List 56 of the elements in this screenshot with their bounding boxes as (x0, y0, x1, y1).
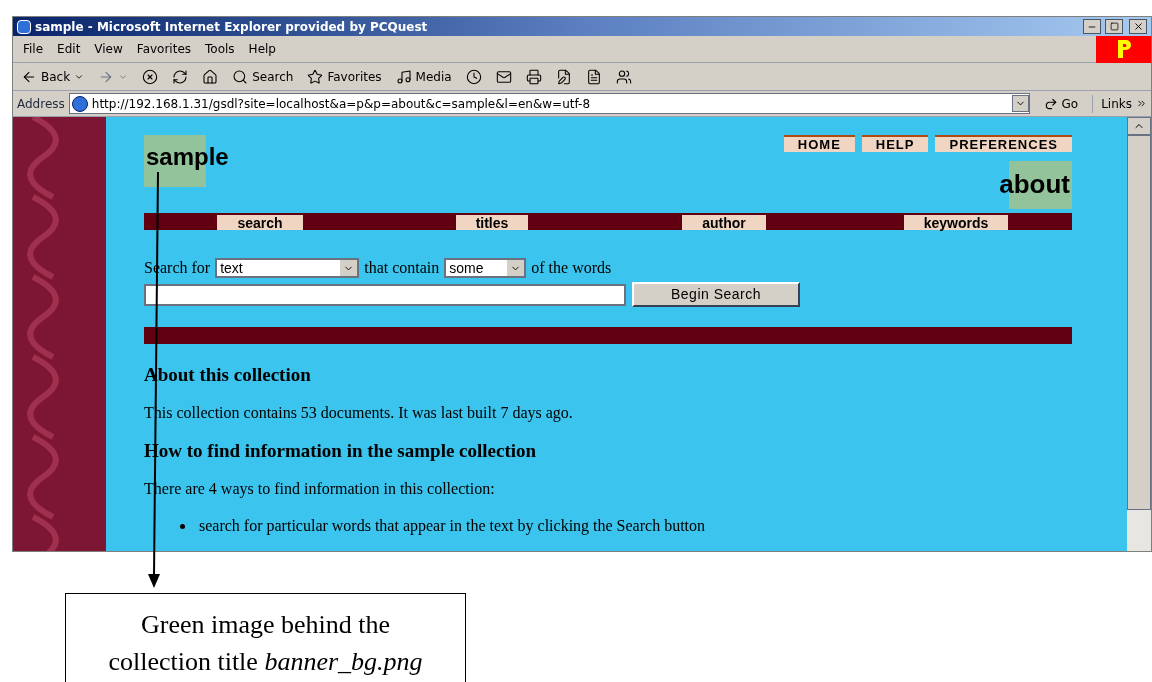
printer-icon (525, 68, 542, 85)
window-title: sample - Microsoft Internet Explorer provided by PCQuest (35, 18, 428, 36)
top-link-button[interactable]: HELP (861, 135, 929, 152)
mail-icon (495, 68, 512, 85)
callout-text: Green image behind the (140, 609, 391, 641)
stop-icon (142, 68, 159, 85)
callout-text: collection title banner_bg.png (108, 646, 423, 678)
mode-select[interactable]: some (444, 258, 527, 278)
toolbar-button[interactable]: Back (17, 65, 89, 88)
menu-item[interactable]: Tools (201, 40, 239, 58)
page-icon (71, 95, 88, 112)
top-link-button[interactable]: HOME (783, 135, 855, 152)
nav-button[interactable]: titles (455, 215, 529, 230)
search-input[interactable] (144, 283, 626, 306)
go-button[interactable]: Go (1033, 94, 1089, 113)
menu-item[interactable]: Edit (53, 40, 85, 58)
begin-search-button[interactable]: Begin Search (632, 282, 800, 307)
home-icon (202, 68, 219, 85)
toolbar-button[interactable]: Favorites (303, 65, 386, 88)
nav-button[interactable]: search (217, 215, 303, 230)
search-icon (232, 68, 249, 85)
toolbar-button[interactable]: Media (391, 65, 456, 88)
close-button[interactable] (1129, 19, 1147, 34)
edit-icon (555, 68, 572, 85)
menu-item[interactable]: Favorites (132, 40, 196, 58)
toolbar-button[interactable]: Search (228, 65, 298, 88)
address-field[interactable]: http://192.168.1.31/gsdl?site=localhost&a=p&p=about&c=sample&l=en&w=utf-8 (68, 93, 1030, 114)
menu-item[interactable]: File (19, 40, 48, 58)
document-icon (585, 68, 602, 85)
brand-logo-icon (1096, 35, 1151, 63)
dropdown-icon (1011, 95, 1029, 112)
bullet-icon (180, 523, 185, 529)
search-label: of the words (531, 258, 612, 278)
top-link-button[interactable]: PREFERENCES (935, 135, 1072, 152)
go-arrow-icon (1043, 96, 1058, 111)
nav-button[interactable]: author (682, 215, 766, 230)
close-icon (1132, 21, 1144, 32)
search-label: that contain (364, 258, 440, 278)
star-icon (307, 68, 324, 85)
browser-icon (17, 19, 31, 34)
clock-icon (465, 68, 482, 85)
address-label: Address (17, 95, 65, 113)
nav-button[interactable]: keywords (903, 215, 1009, 230)
refresh-icon (172, 68, 189, 85)
menu-item[interactable]: View (90, 40, 127, 58)
chevrons-icon (1136, 98, 1147, 109)
list-item: search for particular words that appear in the text by clicking the Search button (199, 516, 706, 536)
music-icon (395, 68, 412, 85)
minimize-button[interactable] (1083, 19, 1101, 34)
maximize-button[interactable] (1105, 19, 1123, 34)
scroll-up-icon[interactable] (1127, 117, 1151, 135)
links-button[interactable]: Links (1092, 94, 1147, 113)
people-icon (615, 68, 632, 85)
field-select[interactable]: text (215, 258, 360, 278)
menu-item[interactable]: Help (244, 40, 280, 58)
maximize-icon (1109, 22, 1119, 31)
